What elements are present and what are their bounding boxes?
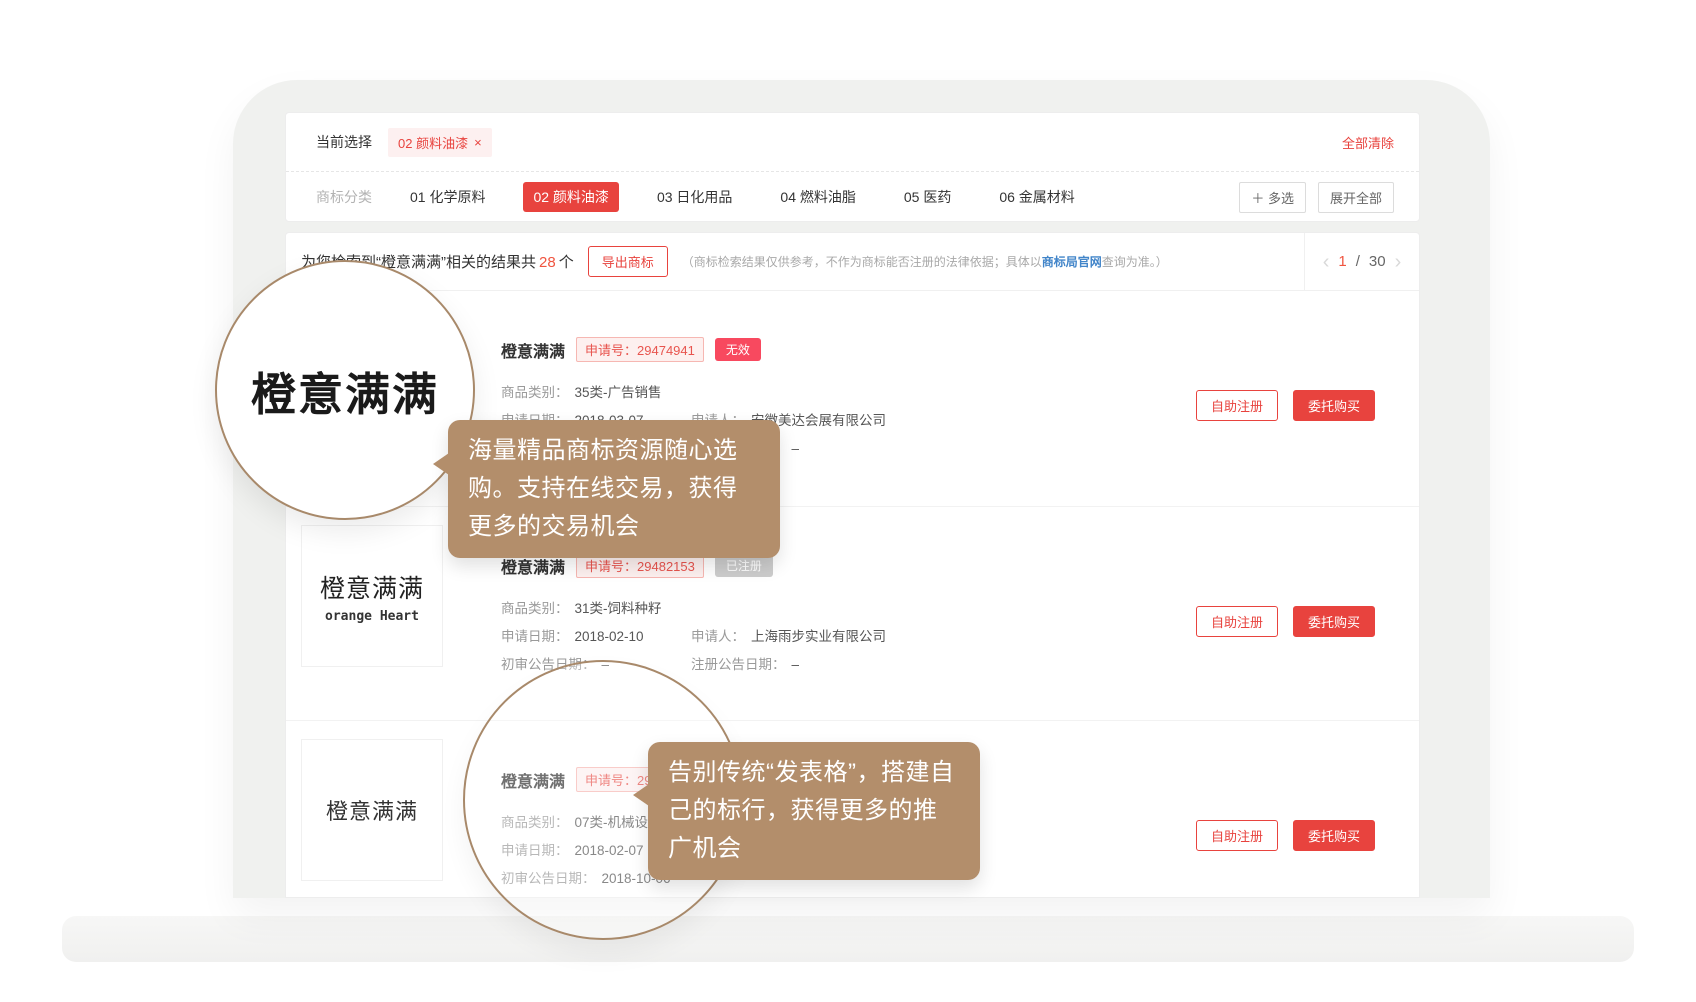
promo-callout-1: 海量精品商标资源随心选购。支持在线交易，获得更多的交易机会 — [448, 420, 780, 558]
apply-date-line: 申请日期： 2018-02-10 — [501, 625, 644, 645]
magnifier-circle: 橙意满满 — [215, 260, 475, 520]
application-number-label: 申请号： — [585, 559, 637, 574]
filter-panel: 当前选择 02 颜料油漆 × 全部清除 商标分类 01 化学原料 02 颜料油漆… — [285, 112, 1420, 222]
category-actions: ＋ 多选 展开全部 — [1239, 182, 1394, 213]
prev-page-icon[interactable]: ‹ — [1323, 252, 1330, 272]
category-line: 商品类别： 31类-饲料种籽 — [501, 597, 662, 617]
reg-bulletin-value: – — [792, 441, 800, 456]
trademark-image-text: 橙意满满 — [326, 794, 418, 826]
trademark-image-subtext: orange Heart — [325, 609, 419, 624]
laptop-base — [62, 916, 1634, 962]
trademark-image: 橙意满满 — [301, 739, 443, 881]
applicant-line: 申请人： 上海雨步实业有限公司 — [691, 625, 886, 645]
pagination: ‹ 1 / 30 › — [1304, 233, 1419, 290]
results-count-unit: 个 — [559, 254, 574, 271]
expand-all-button[interactable]: 展开全部 — [1318, 182, 1394, 213]
tab-category-05[interactable]: 05 医药 — [894, 182, 961, 212]
category-tabs-bar: 商标分类 01 化学原料 02 颜料油漆 03 日化用品 04 燃料油脂 05 … — [286, 172, 1419, 222]
trademark-image-text: 橙意满满 — [320, 569, 424, 605]
apply-date-label: 申请日期： — [501, 629, 569, 644]
trademark-image: 橙意满满 orange Heart — [301, 525, 443, 667]
results-header: 为您检索到“橙意满满”相关的结果共28个 导出商标 （商标检索结果仅供参考，不作… — [286, 233, 1419, 291]
tab-category-03[interactable]: 03 日化用品 — [647, 182, 742, 212]
status-badge: 无效 — [715, 338, 761, 361]
applicant-value: 上海雨步实业有限公司 — [751, 629, 886, 644]
next-page-icon[interactable]: › — [1395, 252, 1402, 272]
category-value: 35类-广告销售 — [575, 385, 662, 400]
page-canvas: 当前选择 02 颜料油漆 × 全部清除 商标分类 01 化学原料 02 颜料油漆… — [0, 0, 1696, 1002]
remove-filter-icon[interactable]: × — [474, 136, 482, 149]
application-number-label: 申请号： — [585, 343, 637, 358]
trademark-office-link[interactable]: 商标局官网 — [1042, 255, 1102, 269]
entrust-purchase-button[interactable]: 委托购买 — [1293, 820, 1375, 851]
tab-category-02[interactable]: 02 颜料油漆 — [523, 182, 618, 212]
reg-bulletin-label: 注册公告日期： — [691, 657, 786, 672]
category-label: 商品类别： — [501, 601, 569, 616]
reg-bulletin-line: 注册公告日期：– — [691, 653, 799, 673]
page-separator: / — [1356, 253, 1360, 270]
selected-filter-chip[interactable]: 02 颜料油漆 × — [388, 128, 492, 157]
disclaimer-text: （商标检索结果仅供参考，不作为商标能否注册的法律依据；具体以商标局官网查询为准。… — [682, 253, 1168, 270]
current-selection-bar: 当前选择 02 颜料油漆 × 全部清除 — [286, 113, 1419, 172]
self-register-button[interactable]: 自助注册 — [1196, 390, 1278, 421]
tab-category-01[interactable]: 01 化学原料 — [400, 182, 495, 212]
category-label: 商品类别： — [501, 385, 569, 400]
application-number-tag: 申请号：29474941 — [576, 337, 704, 362]
entrust-purchase-button[interactable]: 委托购买 — [1293, 606, 1375, 637]
total-pages: 30 — [1369, 253, 1386, 270]
applicant-label: 申请人： — [691, 629, 745, 644]
promo-callout-1-text: 海量精品商标资源随心选购。支持在线交易，获得更多的交易机会 — [468, 437, 738, 540]
clear-all-button[interactable]: 全部清除 — [1342, 133, 1394, 152]
entrust-purchase-button[interactable]: 委托购买 — [1293, 390, 1375, 421]
category-value: 31类-饲料种籽 — [575, 601, 662, 616]
promo-callout-2-text: 告别传统“发表格”，搭建自己的标行，获得更多的推广机会 — [668, 759, 954, 862]
current-page: 1 — [1338, 253, 1346, 270]
reg-bulletin-value: – — [792, 657, 800, 672]
disclaimer-pre: （商标检索结果仅供参考，不作为商标能否注册的法律依据；具体以 — [682, 255, 1042, 269]
self-register-button[interactable]: 自助注册 — [1196, 820, 1278, 851]
trademark-name: 橙意满满 — [501, 338, 565, 362]
row-actions: 自助注册 委托购买 — [1196, 820, 1375, 851]
export-trademarks-button[interactable]: 导出商标 — [588, 246, 668, 277]
current-selection-label: 当前选择 — [316, 132, 372, 152]
application-number-value: 29482153 — [637, 559, 695, 574]
trademark-title-line: 橙意满满 申请号：29474941 无效 — [501, 337, 761, 362]
application-number-value: 29474941 — [637, 343, 695, 358]
self-register-button[interactable]: 自助注册 — [1196, 606, 1278, 637]
row-actions: 自助注册 委托购买 — [1196, 390, 1375, 421]
selected-filter-text: 02 颜料油漆 — [398, 133, 468, 152]
row-actions: 自助注册 委托购买 — [1196, 606, 1375, 637]
category-line: 商品类别： 35类-广告销售 — [501, 381, 662, 401]
tab-category-04[interactable]: 04 燃料油脂 — [770, 182, 865, 212]
tab-category-06[interactable]: 06 金属材料 — [989, 182, 1084, 212]
promo-callout-2: 告别传统“发表格”，搭建自己的标行，获得更多的推广机会 — [648, 742, 980, 880]
results-count: 28 — [539, 254, 556, 271]
category-filter-label: 商标分类 — [316, 187, 372, 207]
multi-select-button[interactable]: ＋ 多选 — [1239, 182, 1306, 213]
apply-date-value: 2018-02-10 — [575, 629, 644, 644]
disclaimer-post: 查询为准。） — [1102, 255, 1168, 269]
magnified-trademark-text: 橙意满满 — [251, 358, 439, 423]
